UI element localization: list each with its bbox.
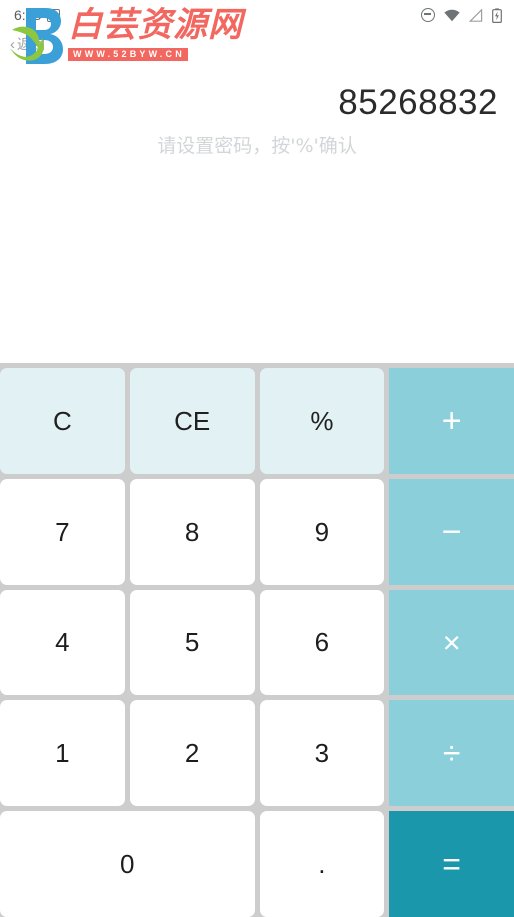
clear-all-button-label: C (52, 405, 72, 436)
multiply-button-label: × (442, 624, 461, 660)
calculator-screen: 6:38 A ‹ 返回 白芸资源网 WWW.52BYW.CN 85268832 … (0, 0, 514, 917)
display-value: 85268832 (338, 83, 498, 122)
digit-7-button[interactable]: 7 (0, 478, 125, 585)
digit-0-button-label: 0 (120, 849, 135, 880)
display-hint-text: 请设置密码，按'%'确认 (157, 135, 357, 157)
digit-3-button-label: 3 (314, 738, 330, 769)
back-button-label: 返回 (17, 36, 45, 52)
back-button[interactable]: ‹ 返回 (10, 34, 45, 54)
calculator-keypad: C CE% +7 8 9 − 4 5 6 × 1 2 3 ÷ 0. = (0, 363, 514, 917)
signal-icon (469, 8, 483, 22)
status-bar-left: 6:38 A (14, 7, 61, 23)
plus-button-label: + (441, 401, 462, 440)
status-bar-right (421, 7, 502, 23)
digit-4-button-label: 4 (55, 627, 70, 658)
digit-0-button[interactable]: 0 (0, 811, 255, 917)
digit-9-button-label: 9 (314, 516, 330, 547)
plus-button[interactable]: + (389, 368, 514, 474)
alarm-icon: A (47, 8, 61, 22)
status-bar: 6:38 A (0, 0, 514, 30)
digit-2-button[interactable]: 2 (129, 700, 255, 807)
decimal-point-button-label: . (318, 849, 326, 880)
status-clock: 6:38 (14, 7, 42, 23)
battery-charging-icon (492, 7, 502, 23)
digit-6-button[interactable]: 6 (259, 589, 385, 696)
equals-button-label: = (442, 846, 461, 883)
do-not-disturb-icon (421, 8, 435, 22)
multiply-button[interactable]: × (389, 589, 514, 696)
percent-button-label: % (310, 405, 334, 436)
minus-button-label: − (441, 512, 462, 551)
digit-8-button[interactable]: 8 (129, 478, 255, 585)
digit-3-button[interactable]: 3 (259, 700, 385, 807)
calculator-display: 85268832 请设置密码，按'%'确认 (0, 30, 514, 363)
clear-entry-button-label: CE (174, 405, 211, 436)
divide-button[interactable]: ÷ (389, 700, 514, 807)
equals-button[interactable]: = (389, 811, 514, 917)
digit-8-button-label: 8 (184, 516, 200, 547)
chevron-left-icon: ‹ (10, 35, 15, 53)
percent-button[interactable]: % (259, 368, 385, 474)
digit-1-button[interactable]: 1 (0, 700, 125, 807)
divide-button-label: ÷ (442, 735, 461, 772)
digit-5-button-label: 5 (184, 627, 200, 658)
digit-6-button-label: 6 (314, 627, 330, 658)
clear-entry-button[interactable]: CE (129, 368, 255, 474)
minus-button[interactable]: − (389, 478, 514, 585)
wifi-icon (444, 9, 460, 22)
digit-7-button-label: 7 (55, 516, 70, 547)
digit-4-button[interactable]: 4 (0, 589, 125, 696)
decimal-point-button[interactable]: . (259, 811, 385, 917)
digit-2-button-label: 2 (184, 738, 200, 769)
digit-9-button[interactable]: 9 (259, 478, 385, 585)
clear-all-button[interactable]: C (0, 368, 125, 474)
digit-5-button[interactable]: 5 (129, 589, 255, 696)
digit-1-button-label: 1 (55, 738, 70, 769)
